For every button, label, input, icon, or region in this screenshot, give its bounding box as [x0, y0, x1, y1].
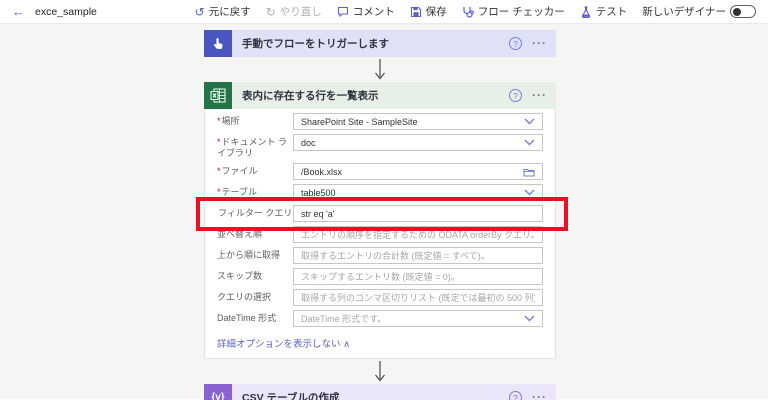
- chevron-down-icon[interactable]: [520, 118, 535, 125]
- datetime-format-input[interactable]: DateTime 形式です。: [293, 310, 543, 327]
- undo-icon: ↺: [195, 6, 205, 18]
- field-order-by: 並べ替え順 エントリの順序を指定するための ODATA orderBy クエリ。: [217, 226, 543, 243]
- menu-ellipsis-icon[interactable]: ···: [532, 40, 547, 47]
- required-star: *: [217, 166, 221, 176]
- field-label: ドキュメント ライブラリ: [217, 137, 287, 158]
- toggle-knob: [733, 8, 741, 16]
- undo-label: 元に戻す: [209, 4, 251, 19]
- save-label: 保存: [426, 4, 447, 19]
- flow-title: exce_sample: [35, 6, 97, 18]
- chevron-down-icon[interactable]: [520, 139, 535, 146]
- folder-picker-icon[interactable]: [519, 167, 535, 177]
- file-input[interactable]: /Book.xlsx: [293, 163, 543, 180]
- manual-trigger-hand-icon: [204, 30, 232, 57]
- select-query-input[interactable]: 取得する列のコンマ区切りリスト (既定では最初の 500 列)。: [293, 289, 543, 306]
- test-button[interactable]: テスト: [580, 4, 628, 19]
- trigger-card-header[interactable]: 手動でフローをトリガーします ? ···: [204, 30, 556, 57]
- menu-ellipsis-icon[interactable]: ···: [532, 394, 547, 400]
- test-label: テスト: [596, 4, 628, 19]
- field-skip-count: スキップ数 スキップするエントリ数 (既定値 = 0)。: [217, 268, 543, 285]
- field-location: *場所 SharePoint Site - SampleSite: [217, 113, 543, 130]
- menu-ellipsis-icon[interactable]: ···: [532, 92, 547, 99]
- help-icon[interactable]: ?: [509, 37, 522, 50]
- test-icon: [580, 6, 592, 18]
- connector-arrow: [204, 359, 556, 384]
- help-icon[interactable]: ?: [509, 89, 522, 102]
- field-datetime-format: DateTime 形式 DateTime 形式です。: [217, 310, 543, 327]
- hide-advanced-options-link[interactable]: 詳細オプションを表示しない ∧: [217, 331, 350, 353]
- back-arrow-icon[interactable]: ←: [12, 4, 25, 19]
- field-top-count: 上から順に取得 取得するエントリの合計数 (既定値 = すべて)。: [217, 247, 543, 264]
- location-input[interactable]: SharePoint Site - SampleSite: [293, 113, 543, 130]
- field-label: 場所: [222, 116, 240, 126]
- csv-card-title: CSV テーブルの作成: [242, 390, 339, 400]
- field-file: *ファイル /Book.xlsx: [217, 163, 543, 180]
- excel-action-card: 表内に存在する行を一覧表示 ? ··· *場所 SharePoint Site …: [204, 82, 556, 359]
- chevron-down-icon[interactable]: [520, 315, 535, 322]
- new-designer-toggle-group: 新しいデザイナー: [642, 4, 756, 19]
- field-label: ファイル: [222, 166, 258, 176]
- csv-action-card: {v} CSV テーブルの作成 ? ···: [204, 384, 556, 400]
- field-label: スキップ数: [217, 271, 262, 281]
- toggle-switch[interactable]: [730, 5, 756, 18]
- trigger-card-title: 手動でフローをトリガーします: [242, 36, 389, 51]
- skip-count-input[interactable]: スキップするエントリ数 (既定値 = 0)。: [293, 268, 543, 285]
- redo-icon: ↻: [266, 6, 276, 18]
- field-label: 並べ替え順: [217, 229, 262, 239]
- field-table: *テーブル table500: [217, 184, 543, 201]
- flow-checker-button[interactable]: フロー チェッカー: [462, 4, 565, 19]
- trigger-card: 手動でフローをトリガーします ? ···: [204, 30, 556, 57]
- save-icon: [410, 6, 422, 18]
- csv-card-header[interactable]: {v} CSV テーブルの作成 ? ···: [204, 384, 556, 400]
- required-star: *: [217, 187, 221, 197]
- field-label: フィルター クエリ: [218, 208, 292, 218]
- flow-checker-label: フロー チェッカー: [478, 4, 565, 19]
- required-star: *: [217, 116, 221, 126]
- field-document-library: *ドキュメント ライブラリ doc: [217, 134, 543, 159]
- save-button[interactable]: 保存: [410, 4, 447, 19]
- comment-button[interactable]: コメント: [337, 4, 395, 19]
- toolbar: ↺ 元に戻す ↻ やり直し コメント 保存 フロー チェッカー テスト 新しいデ…: [195, 4, 756, 19]
- filter-query-input[interactable]: str eq 'a': [293, 205, 543, 222]
- excel-card-title: 表内に存在する行を一覧表示: [242, 88, 379, 103]
- comment-label: コメント: [353, 4, 395, 19]
- field-filter-query: フィルター クエリ str eq 'a': [217, 205, 543, 222]
- field-label: DateTime 形式: [217, 313, 276, 323]
- connector-arrow: [204, 57, 556, 82]
- help-icon[interactable]: ?: [509, 391, 522, 400]
- order-by-input[interactable]: エントリの順序を指定するための ODATA orderBy クエリ。: [293, 226, 543, 243]
- field-label: クエリの選択: [217, 292, 271, 302]
- field-label: テーブル: [222, 187, 257, 197]
- undo-button[interactable]: ↺ 元に戻す: [195, 4, 251, 19]
- excel-card-body: *場所 SharePoint Site - SampleSite *ドキュメント…: [204, 109, 556, 359]
- flow-checker-icon: [462, 6, 474, 18]
- titlebar: ← exce_sample ↺ 元に戻す ↻ やり直し コメント 保存 フロー …: [0, 0, 768, 24]
- flow-canvas: 手動でフローをトリガーします ? ··· 表内に存在する行を一覧表示 ? ···: [0, 24, 768, 399]
- redo-label: やり直し: [280, 4, 322, 19]
- top-count-input[interactable]: 取得するエントリの合計数 (既定値 = すべて)。: [293, 247, 543, 264]
- comment-icon: [337, 6, 349, 18]
- field-label: 上から順に取得: [217, 250, 280, 260]
- csv-braces-icon: {v}: [204, 384, 232, 400]
- chevron-down-icon[interactable]: [520, 189, 535, 196]
- document-library-input[interactable]: doc: [293, 134, 543, 151]
- field-select-query: クエリの選択 取得する列のコンマ区切りリスト (既定では最初の 500 列)。: [217, 289, 543, 306]
- redo-button[interactable]: ↻ やり直し: [266, 4, 322, 19]
- required-star: *: [217, 137, 221, 147]
- excel-card-header[interactable]: 表内に存在する行を一覧表示 ? ···: [204, 82, 556, 109]
- table-input[interactable]: table500: [293, 184, 543, 201]
- excel-icon: [204, 82, 232, 109]
- new-designer-label: 新しいデザイナー: [642, 4, 726, 19]
